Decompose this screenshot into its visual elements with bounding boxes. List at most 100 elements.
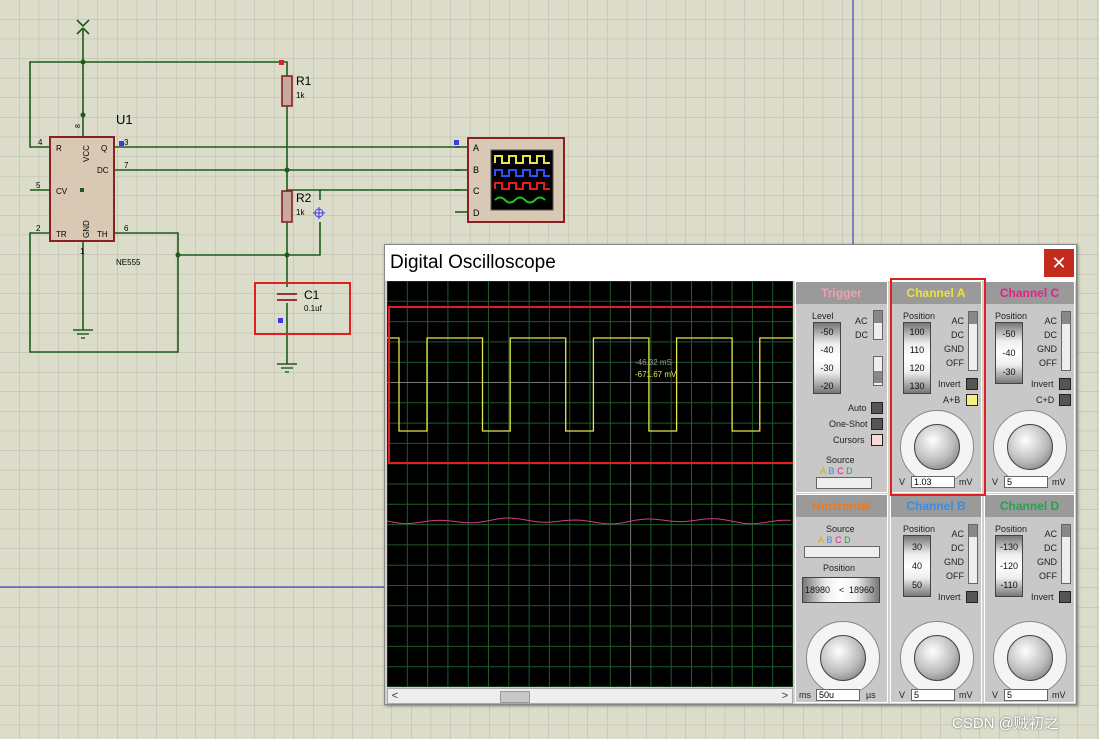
r1-ref-label: R1 — [296, 74, 312, 88]
cursors-label: Cursors — [833, 435, 865, 445]
pin-dc-label: DC — [97, 166, 109, 175]
cursor-time-readout: -46.32 mS — [635, 358, 672, 367]
c1-value-label: 0.1uf — [304, 304, 323, 313]
horizontal-panel: Horizontal Source A B C D Position 18980… — [795, 494, 888, 703]
title-bar[interactable]: Digital Oscilloscope ✕ — [385, 245, 1076, 281]
pin-2-num: 2 — [36, 224, 41, 233]
channel-c-invert-button[interactable] — [1059, 378, 1071, 390]
channel-d-scale-knob[interactable] — [1007, 635, 1053, 681]
trigger-source-slider[interactable] — [816, 477, 872, 489]
channel-b-invert-button[interactable] — [966, 591, 978, 603]
channel-b-panel: Channel B Position 30 40 50 AC DC GND OFF … — [890, 494, 982, 703]
trigger-level-label: Level — [812, 311, 834, 321]
svg-text:A: A — [473, 143, 479, 153]
pin-5-num: 5 — [36, 181, 41, 190]
channel-d-coupling-switch[interactable] — [1061, 524, 1071, 584]
pin-6-num: 6 — [124, 224, 129, 233]
highlight-box-channel-a — [890, 278, 986, 496]
channel-b-scale-knob[interactable] — [914, 635, 960, 681]
trigger-source-options: A B C D — [820, 466, 853, 476]
channel-d-invert-label: Invert — [1031, 592, 1054, 602]
scroll-right-arrow-icon[interactable]: > — [778, 689, 792, 703]
channel-c-position-drum[interactable]: -50 -40 -30 — [995, 322, 1023, 384]
auto-button[interactable] — [871, 402, 883, 414]
horizontal-source-label: Source — [826, 524, 855, 534]
channel-d-scale-value[interactable]: 5 — [1004, 689, 1048, 701]
c1-ref-label: C1 — [304, 288, 320, 302]
pin-r-label: R — [56, 144, 62, 153]
channel-b-coupling-switch[interactable] — [968, 524, 978, 584]
close-button[interactable]: ✕ — [1044, 249, 1074, 277]
svg-text:D: D — [473, 208, 480, 218]
channel-b-title: Channel B — [891, 495, 981, 517]
channel-d-panel: Channel D Position -130 -120 -110 AC DC GN… — [984, 494, 1075, 703]
channel-d-position-drum[interactable]: -130 -120 -110 — [995, 535, 1023, 597]
svg-text:C: C — [473, 186, 480, 196]
r1-value-label: 1k — [296, 91, 305, 100]
channel-c-panel: Channel C Position -50 -40 -30 AC DC GND O… — [984, 281, 1075, 493]
pin-marker — [119, 141, 124, 146]
scroll-thumb[interactable] — [500, 691, 530, 703]
channel-b-scale-value[interactable]: 5 — [911, 689, 955, 701]
horizontal-scale-knob[interactable] — [820, 635, 866, 681]
pin-th-label: TH — [97, 230, 108, 239]
channel-d-title: Channel D — [985, 495, 1074, 517]
cursors-button[interactable] — [871, 434, 883, 446]
r2-ref-label: R2 — [296, 191, 312, 205]
horizontal-source-slider[interactable] — [804, 546, 880, 558]
trigger-level-drum[interactable]: -50 -40 -30 -20 — [813, 322, 841, 394]
channel-c-scale-value[interactable]: 5 — [1004, 476, 1048, 488]
pin-cv-label: CV — [56, 187, 68, 196]
resistor-r2[interactable] — [281, 190, 293, 223]
horizontal-position-label: Position — [823, 563, 856, 573]
horizontal-source-options: A B C D — [818, 535, 851, 545]
watermark: CSDN @贼初之 — [952, 715, 1059, 732]
trigger-title: Trigger — [796, 282, 887, 304]
pin-marker — [454, 140, 459, 145]
trigger-edge-switch[interactable] — [873, 356, 883, 386]
pin-8-num: 8 — [75, 124, 82, 128]
window-title: Digital Oscilloscope — [390, 252, 556, 273]
channel-c-scale-knob[interactable] — [1007, 424, 1053, 470]
channel-c-title: Channel C — [985, 282, 1074, 304]
resistor-r1[interactable] — [281, 75, 293, 107]
cursor-volt-readout: -671.67 mV — [635, 370, 677, 379]
channel-d-invert-button[interactable] — [1059, 591, 1071, 603]
one-shot-button[interactable] — [871, 418, 883, 430]
horizontal-position-drum[interactable]: 18980 < 18960 — [802, 577, 880, 603]
horizontal-title: Horizontal — [796, 495, 887, 517]
channel-d-position-label: Position — [995, 524, 1028, 534]
scope-display[interactable]: -46.32 mS -671.67 mV — [387, 281, 793, 687]
channel-c-position-label: Position — [995, 311, 1028, 321]
display-scrollbar[interactable]: < > — [387, 688, 793, 704]
trigger-coupling-switch[interactable] — [873, 310, 883, 340]
u1-ref-label: U1 — [116, 112, 133, 127]
channel-c-coupling-switch[interactable] — [1061, 311, 1071, 371]
pin-vcc-label: VCC — [82, 145, 91, 162]
auto-label: Auto — [848, 403, 867, 413]
pin-4-num: 4 — [38, 138, 43, 147]
trigger-dc-label: DC — [855, 330, 868, 340]
horizontal-scale-value[interactable]: 50u — [816, 689, 860, 701]
pin-7-num: 7 — [124, 161, 129, 170]
channel-c-sum-label: C+D — [1036, 395, 1055, 405]
pin-tr-label: TR — [56, 230, 67, 239]
scroll-left-arrow-icon[interactable]: < — [388, 689, 402, 703]
u1-part-label: NE555 — [116, 258, 141, 267]
pin-marker — [279, 60, 284, 65]
oscilloscope-window[interactable]: Digital Oscilloscope ✕ -46.32 mS -671.67… — [384, 244, 1077, 705]
channel-c-sum-button[interactable] — [1059, 394, 1071, 406]
channel-b-position-label: Position — [903, 524, 936, 534]
pin-1-num: 1 — [80, 247, 85, 256]
one-shot-label: One-Shot — [829, 419, 868, 429]
pin-marker — [278, 318, 283, 323]
channel-c-invert-label: Invert — [1031, 379, 1054, 389]
channel-b-invert-label: Invert — [938, 592, 961, 602]
r2-value-label: 1k — [296, 208, 305, 217]
trigger-source-label: Source — [826, 455, 855, 465]
channel-b-position-drum[interactable]: 30 40 50 — [903, 535, 931, 597]
trigger-panel: Trigger Level -50 -40 -30 -20 AC DC Auto On… — [795, 281, 888, 493]
trigger-ac-label: AC — [855, 316, 868, 326]
svg-text:B: B — [473, 165, 479, 175]
pin-q-label: Q — [101, 144, 107, 153]
